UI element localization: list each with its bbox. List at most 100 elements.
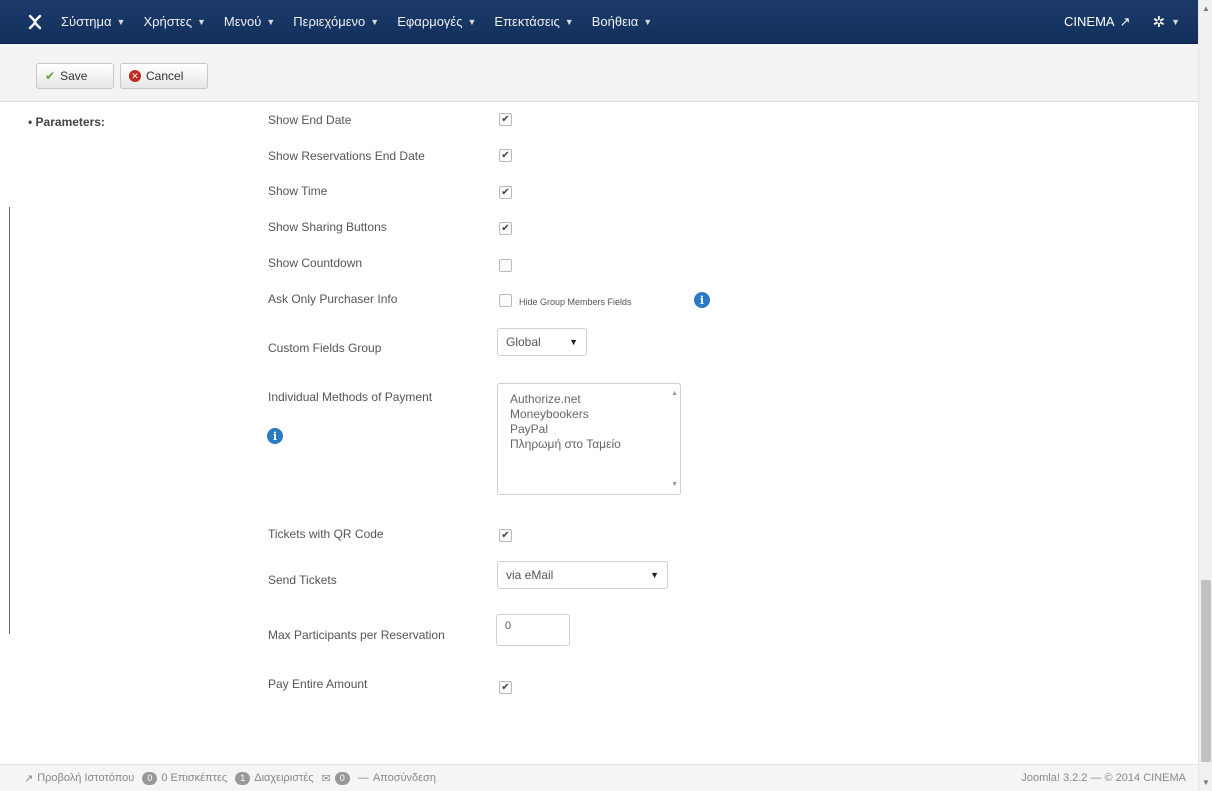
send-tickets-select[interactable]: via eMail ▼ (497, 561, 668, 589)
custom-fields-value: Global (506, 335, 541, 349)
checkmark-icon: ✔ (501, 681, 510, 693)
pay-entire-label: Pay Entire Amount (268, 677, 368, 691)
section-divider-line (9, 207, 10, 634)
dropdown-arrow-icon: ▼ (650, 570, 659, 580)
scroll-up-icon[interactable]: ▲ (1202, 4, 1210, 13)
ask-purchaser-label: Ask Only Purchaser Info (268, 292, 398, 306)
send-tickets-label: Send Tickets (268, 573, 337, 587)
caret-down-icon: ▼ (116, 16, 126, 27)
scroll-down-icon[interactable]: ▼ (671, 481, 678, 488)
visitors-label: 0 Επισκέπτες (161, 772, 228, 784)
caret-down-icon: ▼ (564, 16, 574, 27)
external-link-icon: ↗ (24, 772, 34, 785)
parameters-heading: • Parameters: (28, 115, 105, 129)
messages-badge: 0 (334, 771, 350, 785)
version-info: Joomla! 3.2.2 — © 2014 CINEMA (1021, 772, 1186, 784)
caret-down-icon: ▼ (266, 16, 276, 27)
menu-label: Περιεχόμενο (293, 14, 366, 29)
menu-users[interactable]: Χρήστες ▼ (134, 0, 214, 44)
save-label: Save (60, 69, 88, 83)
max-participants-label: Max Participants per Reservation (268, 628, 445, 642)
checkmark-icon: ✔ (501, 149, 510, 161)
gear-icon: ✲ (1152, 13, 1166, 31)
menu-system[interactable]: Σύστημα ▼ (52, 0, 134, 44)
menu-label: Εφαρμογές (397, 14, 463, 29)
caret-down-icon: ▼ (467, 16, 477, 27)
hide-group-members-label: Hide Group Members Fields (519, 297, 632, 307)
caret-down-icon: ▼ (370, 16, 380, 27)
cancel-label: Cancel (146, 69, 184, 83)
admins-badge: 1 (235, 771, 251, 785)
ask-purchaser-checkbox[interactable] (499, 294, 512, 307)
custom-fields-label: Custom Fields Group (268, 341, 382, 355)
checkmark-icon: ✔ (501, 222, 510, 234)
parameters-heading-text: Parameters: (35, 115, 105, 129)
max-participants-input[interactable]: 0 (496, 614, 570, 646)
external-link-icon: ↗ (1119, 13, 1131, 29)
info-icon[interactable]: i (267, 428, 283, 444)
checkmark-icon: ✔ (501, 186, 510, 198)
admins-status: 1 Διαχειριστές (235, 771, 314, 785)
caret-down-icon: ▼ (1171, 16, 1180, 27)
menu-components[interactable]: Εφαρμογές ▼ (388, 0, 485, 44)
navbar-right: CINEMA ↗ ✲ ▼ (1050, 13, 1198, 31)
payment-methods-listbox[interactable]: Authorize.net Moneybookers PayPal Πληρωμ… (497, 383, 681, 495)
status-footer: ↗ Προβολή Ιστοτόπου 0 0 Επισκέπτες 1 Δια… (0, 764, 1198, 791)
visitors-status: 0 0 Επισκέπτες (142, 771, 228, 785)
logout-label: Αποσύνδεση (372, 772, 436, 784)
envelope-icon: ✉ (321, 772, 331, 785)
custom-fields-select[interactable]: Global ▼ (497, 328, 587, 356)
top-navbar: Σύστημα ▼ Χρήστες ▼ Μενού ▼ Περιεχόμενο ▼ Εφ… (0, 0, 1198, 44)
messages-status[interactable]: ✉ 0 (321, 771, 350, 785)
scroll-up-icon[interactable]: ▲ (671, 390, 678, 397)
list-option[interactable]: Moneybookers (510, 407, 680, 422)
show-sharing-label: Show Sharing Buttons (268, 220, 387, 234)
show-sharing-checkbox[interactable]: ✔ (499, 222, 512, 235)
payment-methods-label: Individual Methods of Payment (268, 390, 433, 404)
menu-label: Χρήστες (143, 14, 192, 29)
view-site-link[interactable]: ↗ Προβολή Ιστοτόπου (24, 772, 134, 785)
list-option[interactable]: Πληρωμή στο Ταμείο (510, 437, 680, 452)
checkmark-icon: ✔ (501, 113, 510, 125)
info-icon[interactable]: i (694, 292, 710, 308)
save-button[interactable]: ✔ Save (36, 63, 114, 89)
scroll-down-icon[interactable]: ▼ (1202, 778, 1210, 787)
show-time-checkbox[interactable]: ✔ (499, 186, 512, 199)
pay-entire-checkbox[interactable]: ✔ (499, 681, 512, 694)
list-option[interactable]: Authorize.net (510, 392, 680, 407)
dropdown-arrow-icon: ▼ (569, 337, 578, 347)
show-countdown-checkbox[interactable] (499, 259, 512, 272)
show-time-label: Show Time (268, 184, 328, 198)
menu-help[interactable]: Βοήθεια ▼ (583, 0, 661, 44)
show-countdown-label: Show Countdown (268, 256, 363, 270)
menu-label: Βοήθεια (591, 14, 639, 29)
scrollbar-thumb[interactable] (1201, 580, 1211, 762)
toolbar: ✔ Save ✕ Cancel (0, 44, 1198, 102)
minus-icon: — (357, 772, 369, 784)
view-site-label: Προβολή Ιστοτόπου (37, 772, 135, 784)
logout-link[interactable]: — Αποσύνδεση (358, 772, 436, 784)
joomla-logo-icon[interactable] (18, 0, 52, 44)
visitors-badge: 0 (142, 771, 158, 785)
cancel-icon: ✕ (129, 70, 141, 82)
page-scrollbar[interactable]: ▲ ▼ (1198, 0, 1212, 791)
caret-down-icon: ▼ (196, 16, 206, 27)
site-link[interactable]: CINEMA ↗ (1050, 14, 1144, 30)
checkmark-icon: ✔ (501, 529, 510, 541)
qr-code-label: Tickets with QR Code (268, 527, 384, 541)
menu-menus[interactable]: Μενού ▼ (215, 0, 284, 44)
show-res-end-date-checkbox[interactable]: ✔ (499, 149, 512, 162)
settings-menu[interactable]: ✲ ▼ (1145, 13, 1199, 31)
show-end-date-checkbox[interactable]: ✔ (499, 113, 512, 126)
site-name: CINEMA (1064, 14, 1115, 29)
menu-extensions[interactable]: Επεκτάσεις ▼ (485, 0, 582, 44)
admins-label: Διαχειριστές (254, 772, 314, 784)
qr-code-checkbox[interactable]: ✔ (499, 529, 512, 542)
show-end-date-label: Show End Date (268, 113, 352, 127)
check-icon: ✔ (45, 69, 56, 83)
menu-label: Μενού (223, 14, 262, 29)
send-tickets-value: via eMail (506, 568, 554, 582)
menu-content[interactable]: Περιεχόμενο ▼ (284, 0, 388, 44)
list-option[interactable]: PayPal (510, 422, 680, 437)
cancel-button[interactable]: ✕ Cancel (120, 63, 208, 89)
